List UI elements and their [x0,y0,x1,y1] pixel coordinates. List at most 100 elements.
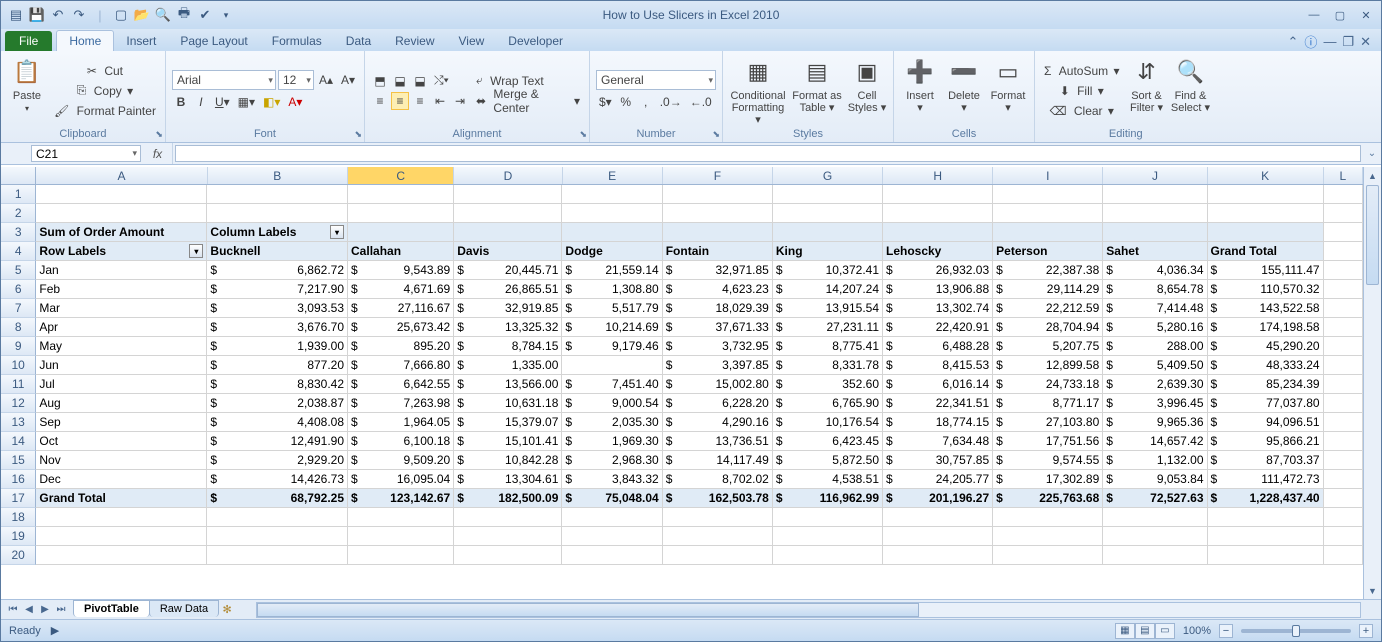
cell[interactable]: Jun [36,356,207,375]
cell[interactable]: $110,570.32 [1208,280,1324,299]
cell[interactable]: $13,566.00 [454,375,562,394]
new-sheet-icon[interactable]: ✻ [218,603,236,616]
cell[interactable] [454,223,562,242]
paste-button[interactable]: 📋 Paste ▾ [7,54,47,127]
cell[interactable] [36,204,207,223]
cell[interactable]: $4,623.23 [663,280,773,299]
clear-button[interactable]: ⌫ Clear ▾ [1041,102,1122,120]
spell-check-icon[interactable]: ✔ [196,6,214,24]
cell[interactable]: $10,176.54 [773,413,883,432]
cell[interactable]: $182,500.09 [454,489,562,508]
cell[interactable] [36,527,207,546]
cell[interactable] [1324,299,1363,318]
win-restore-icon[interactable]: ❐ [1342,34,1354,50]
cell[interactable]: Mar [36,299,207,318]
cell[interactable]: $26,932.03 [883,261,993,280]
tab-page-layout[interactable]: Page Layout [168,31,259,51]
cell[interactable]: Oct [36,432,207,451]
cell[interactable]: $4,036.34 [1103,261,1207,280]
cell[interactable] [1208,508,1324,527]
format-as-table-button[interactable]: ▤Format as Table ▾ [791,54,843,127]
cell[interactable]: $7,263.98 [348,394,454,413]
cell[interactable] [1324,508,1363,527]
cell[interactable] [1324,280,1363,299]
merge-center-button[interactable]: ⬌ Merge & Center ▾ [473,92,583,110]
cell[interactable] [1324,204,1363,223]
sheet-first-icon[interactable]: ⏮ [5,604,21,615]
macro-record-icon[interactable]: ▶ [51,624,59,637]
cell[interactable]: $9,509.20 [348,451,454,470]
cell[interactable]: $2,929.20 [207,451,348,470]
cell[interactable]: $174,198.58 [1208,318,1324,337]
align-center-icon[interactable]: ≡ [391,92,409,110]
row-header[interactable]: 13 [1,413,36,432]
cell[interactable] [883,185,993,204]
cell[interactable] [773,204,883,223]
sheet-tab-pivottable[interactable]: PivotTable [73,600,150,617]
hscroll-thumb[interactable] [257,603,919,617]
cell[interactable]: Jul [36,375,207,394]
cell[interactable]: $1,132.00 [1103,451,1207,470]
cell[interactable]: Peterson [993,242,1103,261]
cell[interactable] [1208,185,1324,204]
cell[interactable]: $9,543.89 [348,261,454,280]
row-header[interactable]: 8 [1,318,36,337]
cell[interactable]: $32,919.85 [454,299,562,318]
cell[interactable]: $4,538.51 [773,470,883,489]
cell[interactable]: $15,379.07 [454,413,562,432]
currency-icon[interactable]: $▾ [596,93,615,111]
select-all-triangle[interactable] [1,167,36,184]
cell[interactable] [1324,356,1363,375]
cell[interactable] [993,527,1103,546]
cell[interactable]: $22,341.51 [883,394,993,413]
row-header[interactable]: 6 [1,280,36,299]
cell[interactable]: Aug [36,394,207,413]
cell[interactable] [1208,546,1324,565]
cell[interactable] [562,527,662,546]
cell[interactable] [348,185,454,204]
cell[interactable] [562,546,662,565]
zoom-level[interactable]: 100% [1183,625,1211,637]
cell[interactable]: $9,000.54 [562,394,662,413]
cell[interactable]: $85,234.39 [1208,375,1324,394]
cell[interactable] [1324,394,1363,413]
cell[interactable] [1324,242,1363,261]
underline-button[interactable]: U▾ [212,93,233,111]
cell[interactable]: $8,331.78 [773,356,883,375]
row-header[interactable]: 7 [1,299,36,318]
cell[interactable]: $15,002.80 [663,375,773,394]
cell[interactable] [1324,261,1363,280]
name-box[interactable]: C21 [31,145,141,162]
cell[interactable]: $9,053.84 [1103,470,1207,489]
cell[interactable]: Apr [36,318,207,337]
cell[interactable] [348,508,454,527]
cell[interactable]: $3,732.95 [663,337,773,356]
row-header[interactable]: 20 [1,546,36,565]
row-header[interactable]: 1 [1,185,36,204]
align-right-icon[interactable]: ≡ [411,92,429,110]
insert-cells-button[interactable]: ➕Insert▾ [900,54,940,127]
font-name-combo[interactable]: Arial [172,70,276,90]
cell[interactable] [1103,546,1207,565]
cell[interactable]: Fontain [663,242,773,261]
cell[interactable] [883,546,993,565]
increase-decimal-icon[interactable]: .0→ [657,93,685,111]
cell[interactable]: $8,415.53 [883,356,993,375]
cell[interactable]: $12,899.58 [993,356,1103,375]
cell[interactable] [1324,527,1363,546]
fx-icon[interactable]: fx [143,143,173,164]
cell[interactable]: $123,142.67 [348,489,454,508]
grow-font-icon[interactable]: A▴ [316,71,336,89]
alignment-launcher-icon[interactable]: ⬊ [579,129,587,140]
border-button[interactable]: ▦▾ [235,93,258,111]
cell[interactable]: $8,784.15 [454,337,562,356]
cell[interactable]: $13,304.61 [454,470,562,489]
cell[interactable]: $4,408.08 [207,413,348,432]
cell[interactable]: Sum of Order Amount [36,223,207,242]
cell[interactable]: $27,103.80 [993,413,1103,432]
cell[interactable]: Callahan [348,242,454,261]
tab-home[interactable]: Home [56,30,114,51]
normal-view-icon[interactable]: ▦ [1115,623,1135,639]
cell[interactable]: $7,634.48 [883,432,993,451]
cell[interactable]: $22,387.38 [993,261,1103,280]
